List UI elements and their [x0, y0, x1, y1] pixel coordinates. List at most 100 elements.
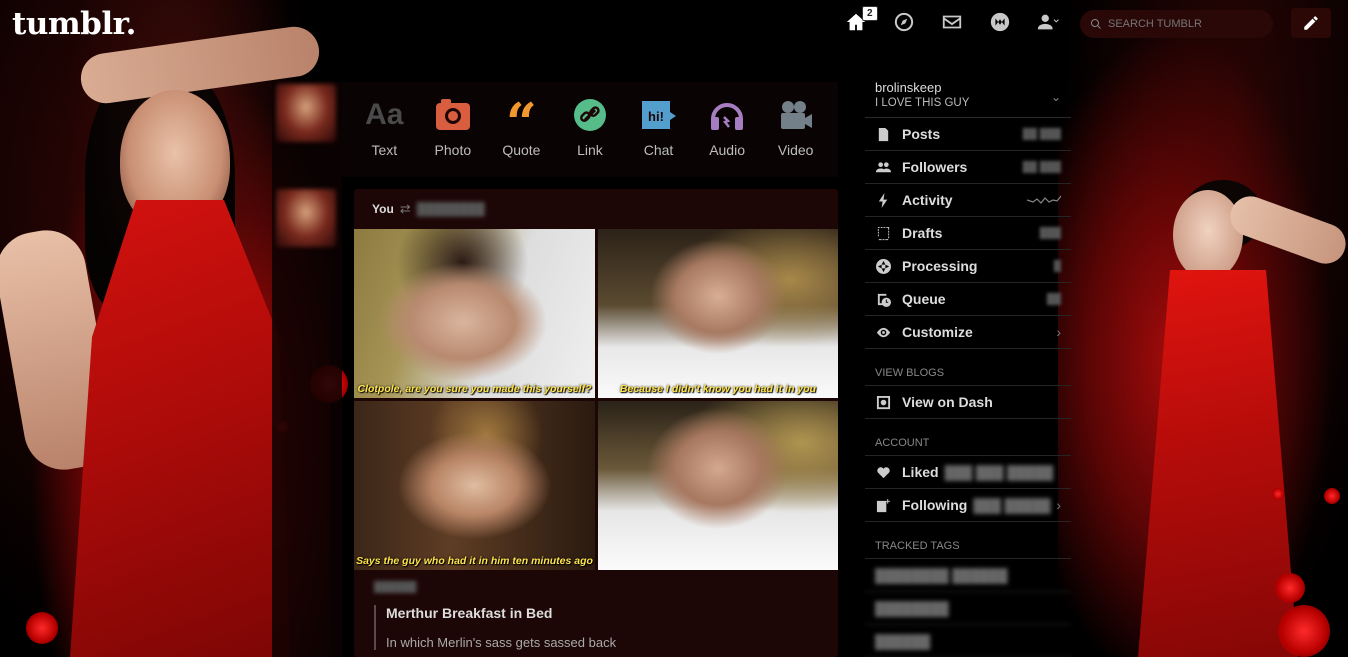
post-type-label: Quote — [502, 142, 541, 158]
dashboard-post: You ⇄ ████████ Clotpole, are you sure yo… — [354, 189, 838, 657]
top-nav: 2 — [842, 6, 1062, 36]
gif-image[interactable]: Because I didn't know you had it in you — [598, 229, 838, 398]
blog-name[interactable]: brolinskeep — [875, 80, 969, 95]
notification-badge: 2 — [862, 6, 878, 21]
new-photo-post-button[interactable]: Photo — [422, 96, 484, 177]
user-avatar[interactable] — [276, 84, 336, 142]
gifset-grid: Clotpole, are you sure you made this you… — [354, 229, 838, 570]
sidebar-item-customize[interactable]: Customize › — [865, 316, 1071, 349]
eye-icon — [875, 324, 891, 340]
reblogged-from-blurred: ████████ — [416, 202, 485, 216]
tracked-tag-blurred[interactable]: ██████ — [865, 625, 1071, 657]
messaging-icon[interactable] — [986, 8, 1014, 36]
post-author[interactable]: You — [372, 202, 394, 216]
drafts-icon — [875, 225, 891, 241]
sidebar-item-followers[interactable]: Followers ██ ███ — [865, 151, 1071, 184]
tracked-tag-blurred[interactable]: ████████ — [865, 592, 1071, 625]
search-input[interactable] — [1108, 18, 1258, 30]
search-icon — [1090, 18, 1101, 29]
gif-caption: Because I didn't know you had it in you — [619, 383, 817, 395]
liked-count-blurred: ███ ███ █████ — [944, 464, 1054, 480]
link-icon — [573, 99, 606, 131]
sidebar-item-drafts[interactable]: Drafts ███ — [865, 217, 1071, 250]
blog-sidebar: brolinskeep I LOVE THIS GUY ⌄ Posts ██ █… — [865, 72, 1071, 657]
sidebar-item-label: Queue — [902, 291, 946, 307]
sidebar-item-label: Liked — [902, 464, 939, 480]
quote-block: Merthur Breakfast in Bed In which Merlin… — [374, 605, 818, 650]
post-header: You ⇄ ████████ — [354, 189, 838, 229]
tumblr-logo[interactable]: tumblr. — [12, 6, 136, 42]
sidebar-item-label: Activity — [902, 192, 953, 208]
view-blogs-heading: View Blogs — [865, 349, 1071, 386]
sidebar-item-processing[interactable]: Processing █ — [865, 250, 1071, 283]
followers-count-blurred: ██ ███ — [1022, 161, 1061, 173]
home-icon[interactable]: 2 — [842, 6, 878, 36]
gif-image[interactable]: Clotpole, are you sure you made this you… — [354, 229, 595, 398]
new-video-post-button[interactable]: Video — [765, 96, 827, 177]
post-summary-text: In which Merlin's sass gets sassed back — [386, 635, 617, 650]
new-chat-post-button[interactable]: hi! Chat — [628, 96, 690, 177]
blog-header[interactable]: brolinskeep I LOVE THIS GUY ⌄ — [865, 72, 1071, 118]
posts-count-blurred: ██ ███ — [1022, 128, 1061, 140]
followers-icon — [875, 159, 891, 175]
sidebar-item-label: Drafts — [902, 225, 943, 241]
blog-title: I LOVE THIS GUY — [875, 97, 970, 109]
following-count-blurred: ███ █████ — [973, 497, 1051, 513]
avatar-column — [272, 82, 342, 657]
new-link-post-button[interactable]: Link — [559, 96, 621, 177]
chevron-right-icon: › — [1056, 497, 1061, 513]
post-type-bar: Aa Text Photo “ Quote Link hi! Chat Audi… — [342, 82, 838, 177]
account-heading: Account — [865, 419, 1071, 456]
video-camera-icon — [780, 101, 812, 129]
post-type-label: Audio — [709, 142, 745, 158]
explore-compass-icon[interactable] — [890, 8, 918, 36]
new-quote-post-button[interactable]: “ Quote — [490, 96, 552, 177]
sidebar-item-label: Posts — [902, 126, 941, 142]
post-link-title[interactable]: Merthur Breakfast in Bed — [386, 605, 818, 621]
queue-icon — [875, 291, 891, 307]
svg-text:hi!: hi! — [648, 109, 664, 124]
sidebar-item-posts[interactable]: Posts ██ ███ — [865, 118, 1071, 151]
tracked-tags-heading: Tracked Tags — [865, 522, 1071, 559]
chevron-right-icon: › — [1056, 324, 1061, 340]
following-icon — [875, 497, 891, 513]
view-on-dash-link[interactable]: View on Dash — [865, 386, 1071, 419]
gif-caption: Clotpole, are you sure you made this you… — [357, 383, 592, 395]
post-author-avatar[interactable] — [276, 189, 336, 247]
search-box[interactable] — [1080, 10, 1273, 38]
sidebar-item-activity[interactable]: Activity — [865, 184, 1071, 217]
gif-image[interactable] — [598, 401, 838, 570]
sidebar-item-label: Customize — [902, 324, 973, 340]
post-type-label: Video — [777, 142, 814, 158]
dash-view-icon — [875, 394, 891, 410]
sidebar-item-label: Processing — [902, 258, 978, 274]
sidebar-item-liked[interactable]: Liked ███ ███ █████ — [865, 456, 1071, 489]
sidebar-item-queue[interactable]: Queue ██ — [865, 283, 1071, 316]
new-text-post-button[interactable]: Aa Text — [353, 96, 415, 177]
background-right-figure — [1058, 0, 1348, 657]
sidebar-item-label: Following — [902, 497, 968, 513]
tracked-tag-blurred[interactable]: ████████ ██████ — [865, 559, 1071, 592]
new-audio-post-button[interactable]: Audio — [696, 96, 758, 177]
queue-count-blurred: ██ — [1046, 293, 1061, 305]
sidebar-item-label: Followers — [902, 159, 968, 175]
reblog-icon: ⇄ — [399, 201, 411, 216]
sidebar-item-following[interactable]: Following ███ █████ › — [865, 489, 1071, 522]
text-icon: Aa — [365, 98, 404, 131]
post-body: ██████ Merthur Breakfast in Bed In which… — [354, 570, 838, 657]
posts-icon — [875, 126, 891, 142]
source-blog-blurred: ██████ — [374, 582, 417, 593]
account-menu-icon[interactable] — [1034, 8, 1062, 36]
processing-count-blurred: █ — [1053, 260, 1061, 272]
heart-icon — [875, 464, 891, 480]
compose-pencil-button[interactable] — [1291, 8, 1331, 38]
chevron-down-icon[interactable]: ⌄ — [1051, 90, 1061, 104]
drafts-count-blurred: ███ — [1039, 227, 1061, 239]
post-type-label: Link — [577, 142, 603, 158]
post-type-label: Text — [371, 142, 398, 158]
post-type-label: Photo — [434, 142, 472, 158]
inbox-envelope-icon[interactable] — [938, 8, 966, 36]
gif-image[interactable]: Says the guy who had it in him ten minut… — [354, 401, 595, 570]
gif-caption: Says the guy who had it in him ten minut… — [356, 555, 593, 567]
processing-icon — [875, 258, 891, 274]
